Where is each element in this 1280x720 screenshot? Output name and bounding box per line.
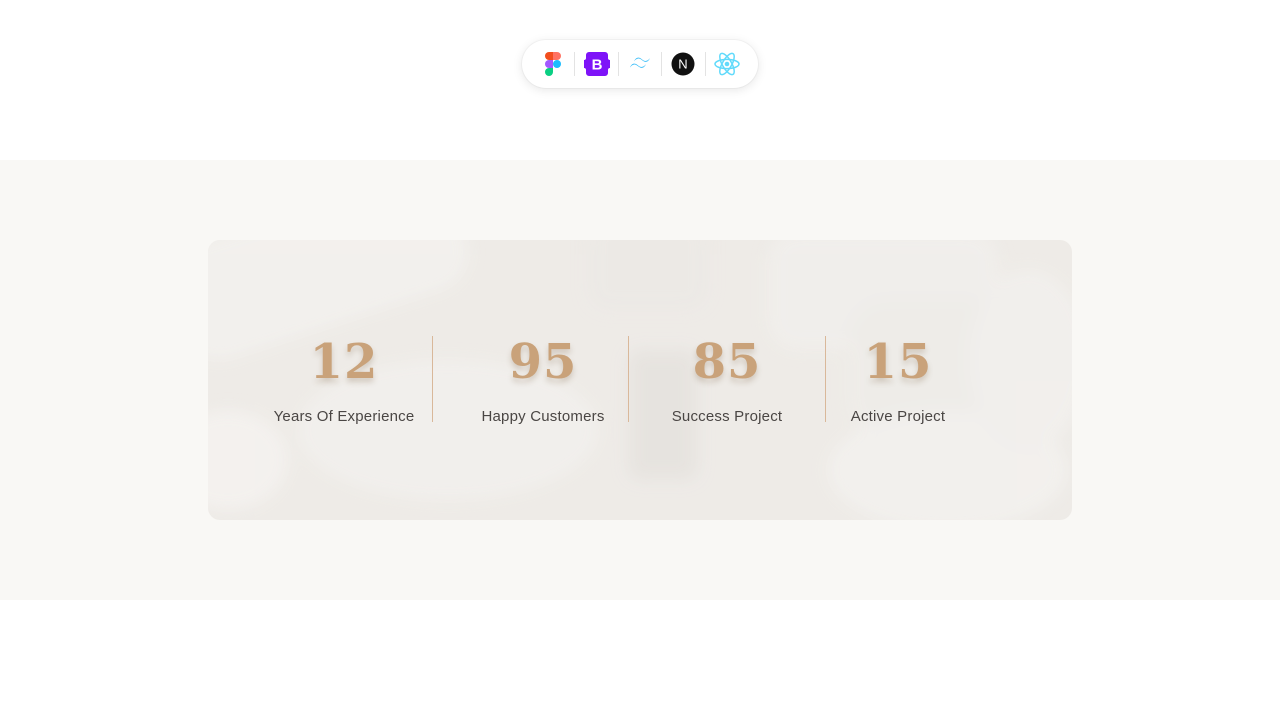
bootstrap-icon-letter: B: [591, 57, 602, 74]
stat-label: Success Project: [671, 408, 783, 425]
stat-label: Happy Customers: [481, 408, 605, 425]
tailwind-icon: [630, 57, 650, 68]
bootstrap-icon: B: [583, 52, 610, 76]
tech-item-react[interactable]: [706, 40, 748, 88]
tech-stack-pill: B N: [522, 40, 758, 88]
stat-value: 12: [309, 334, 379, 390]
stat-value: 15: [863, 334, 933, 390]
stat-label: Active Project: [850, 408, 946, 425]
tech-item-tailwind[interactable]: [619, 40, 661, 88]
tech-item-nextjs[interactable]: N: [662, 40, 704, 88]
stat-value: 95: [508, 334, 578, 390]
react-icon: [714, 52, 740, 76]
figma-icon: [545, 52, 562, 76]
nextjs-icon-letter: N: [679, 57, 688, 72]
stats-card: 12 Years Of Experience 95 Happy Customer…: [208, 240, 1072, 520]
page: B N 12 Years Of Experience 95 Happy Cust…: [0, 0, 1280, 720]
stat-happy-customers: 95 Happy Customers: [443, 334, 643, 425]
stat-value: 85: [692, 334, 762, 390]
stat-years-experience: 12 Years Of Experience: [244, 334, 444, 425]
stat-divider: [432, 336, 433, 422]
stat-active-project: 15 Active Project: [798, 334, 998, 425]
stats-row: 12 Years Of Experience 95 Happy Customer…: [208, 334, 1072, 425]
tech-item-bootstrap[interactable]: B: [575, 40, 617, 88]
tech-item-figma[interactable]: [532, 40, 574, 88]
stat-success-project: 85 Success Project: [627, 334, 827, 425]
stats-section: 12 Years Of Experience 95 Happy Customer…: [0, 160, 1280, 600]
nextjs-icon: N: [671, 52, 695, 76]
stat-label: Years Of Experience: [273, 408, 415, 425]
